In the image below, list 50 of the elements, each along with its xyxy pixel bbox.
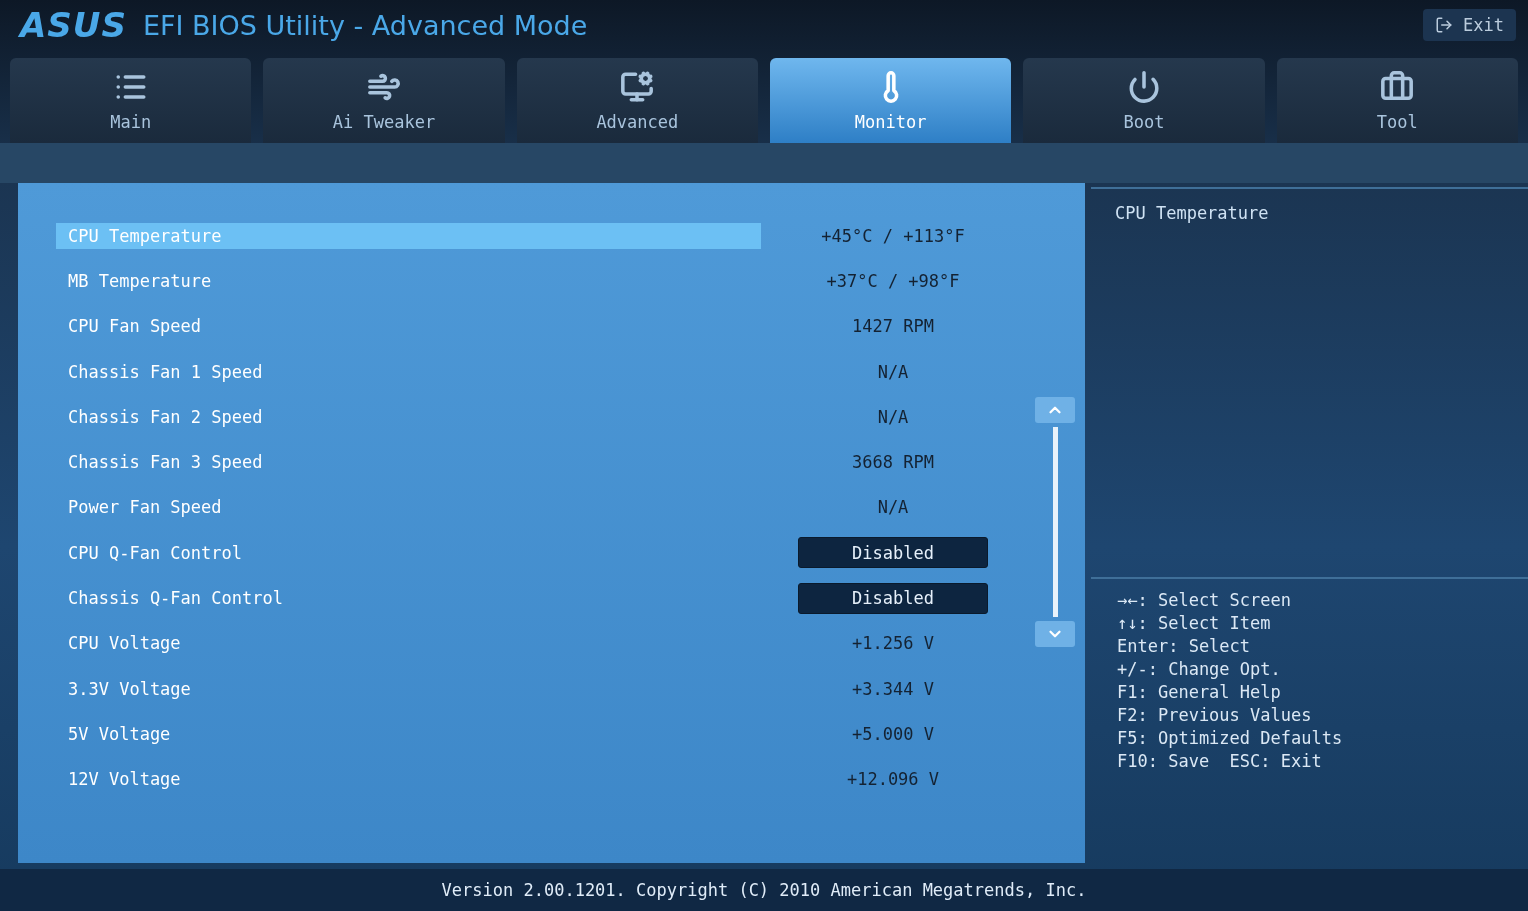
key-hint: →←: Select Screen [1117,589,1292,612]
item-label[interactable]: 5V Voltage [56,720,761,747]
scrollbar-thumb[interactable] [1052,427,1058,617]
scroll-down-button[interactable] [1035,621,1075,647]
item-value: N/A [877,361,909,382]
exit-icon [1435,16,1454,34]
item-label[interactable]: Chassis Fan 2 Speed [56,403,761,430]
key-hint: F2: Previous Values [1117,704,1313,727]
item-value: N/A [877,497,909,518]
item-value: 1427 RPM [852,316,934,337]
key-hint: +/-: Change Opt. [1117,658,1282,681]
item-value: +37°C / +98°F [826,270,960,291]
key-hint: Enter: Select [1117,635,1252,658]
tab[interactable]: Main [10,58,252,143]
window-title: EFI BIOS Utility - Advanced Mode [142,9,589,41]
item-label[interactable]: CPU Voltage [56,630,761,657]
option-button[interactable]: Disabled [798,537,988,569]
item-label[interactable]: 3.3V Voltage [56,675,761,702]
exit-button[interactable]: Exit [1423,9,1516,41]
item-value: +1.256 V [852,633,934,654]
tab[interactable]: Tool [1276,58,1518,143]
tab[interactable]: Boot [1023,58,1265,143]
item-label[interactable]: CPU Temperature [56,222,761,249]
item-label[interactable]: MB Temperature [56,267,761,294]
item-value: +5.000 V [852,723,934,744]
scroll-up-button[interactable] [1035,397,1075,423]
logo: ASUS [20,5,127,45]
help-description: CPU Temperature [1115,203,1269,223]
item-value: 3668 RPM [852,452,934,473]
item-value: +3.344 V [852,678,934,699]
key-hint: F1: General Help [1117,681,1282,704]
item-label[interactable]: CPU Q-Fan Control [56,539,761,566]
item-label[interactable]: Chassis Q-Fan Control [56,585,761,611]
item-label[interactable]: 12V Voltage [56,766,761,793]
tab[interactable]: Monitor [770,58,1012,143]
tab[interactable]: Ai Tweaker [263,58,505,143]
item-value: +45°C / +113°F [821,225,965,246]
item-label[interactable]: Chassis Fan 3 Speed [56,449,761,476]
key-hint: ↑↓: Select Item [1117,612,1272,635]
key-hint: F10: Save ESC: Exit [1117,750,1323,773]
status-text: Version 2.00.1201. Copyright (C) 2010 American Megatrends, Inc. [441,880,1087,900]
monitor-gear-icon [620,69,655,104]
item-value: +12.096 V [846,769,940,790]
item-label[interactable]: Chassis Fan 1 Speed [56,358,761,385]
key-hint: F5: Optimized Defaults [1117,727,1344,750]
tab[interactable]: Advanced [516,58,758,143]
option-button[interactable]: Disabled [798,582,988,614]
item-label[interactable]: Power Fan Speed [56,494,761,521]
item-label[interactable]: CPU Fan Speed [56,313,761,340]
item-value: N/A [877,406,909,427]
